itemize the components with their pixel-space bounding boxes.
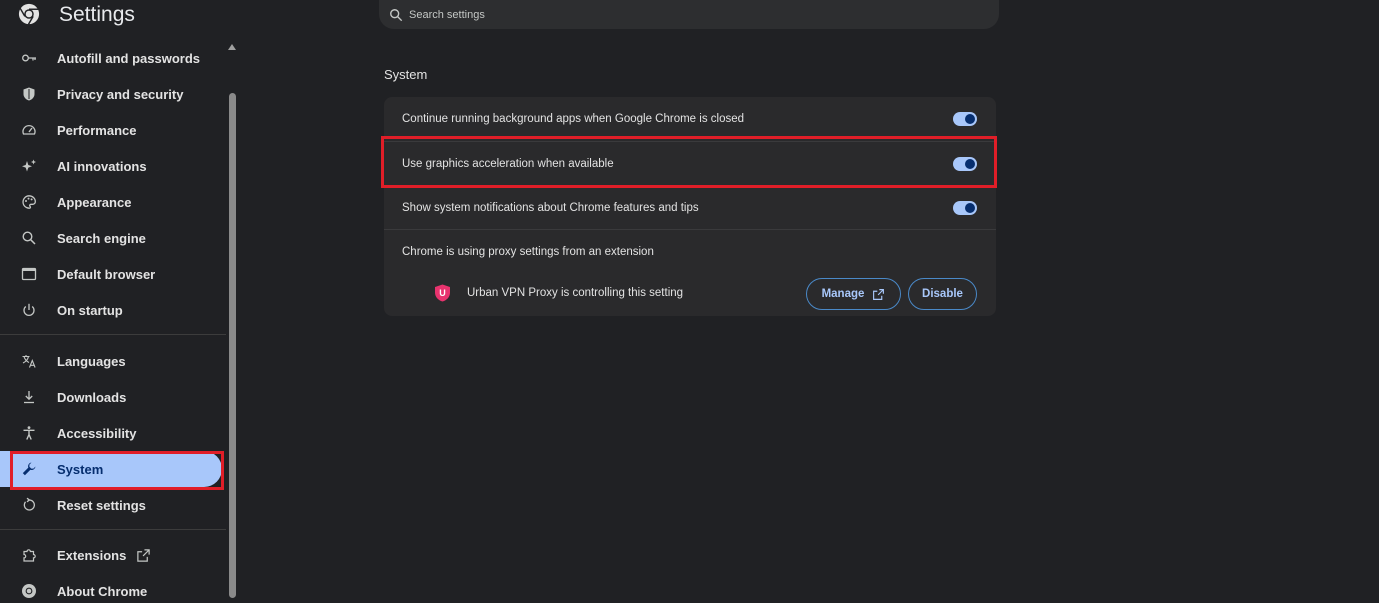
chrome-logo-icon [18, 3, 40, 25]
shield-badge-letter: U [439, 288, 446, 298]
sidebar-item-label: Extensions [57, 547, 127, 563]
setting-label: Chrome is using proxy settings from an e… [402, 245, 654, 258]
palette-icon [21, 194, 37, 210]
download-icon [21, 389, 37, 405]
sidebar-item-label: Appearance [57, 194, 132, 210]
search-icon [21, 230, 37, 246]
sidebar-item-label: Downloads [57, 389, 127, 405]
setting-label: Continue running background apps when Go… [402, 113, 745, 125]
key-icon [21, 50, 37, 66]
sidebar-item-default-browser[interactable]: Default browser [0, 256, 222, 292]
sidebar-item-extensions[interactable]: Extensions [0, 537, 222, 573]
sidebar-item-autofill[interactable]: Autofill and passwords [0, 40, 222, 76]
sidebar-item-privacy[interactable]: Privacy and security [0, 76, 222, 112]
sidebar-item-accessibility[interactable]: Accessibility [0, 415, 222, 451]
sidebar-item-performance[interactable]: Performance [0, 112, 222, 148]
external-link-icon [137, 548, 151, 562]
sidebar: Autofill and passwords Privacy and secur… [0, 40, 226, 603]
extension-control-row: U Urban VPN Proxy is controlling this se… [384, 273, 996, 313]
setting-row-system-notifications[interactable]: Show system notifications about Chrome f… [384, 185, 996, 229]
scrollbar-thumb[interactable] [229, 93, 236, 598]
background-apps-toggle[interactable] [953, 112, 977, 126]
sidebar-item-label: Reset settings [57, 497, 146, 513]
sidebar-divider [0, 529, 226, 530]
extension-control-label: Urban VPN Proxy is controlling this sett… [467, 287, 684, 299]
puzzle-icon [21, 547, 37, 563]
sidebar-item-appearance[interactable]: Appearance [0, 184, 222, 220]
reset-icon [21, 497, 37, 513]
sidebar-item-label: Search engine [57, 230, 146, 246]
urban-vpn-shield-icon: U [435, 284, 450, 302]
section-title: System [384, 67, 428, 82]
sidebar-item-label: On startup [57, 302, 123, 318]
sidebar-item-on-startup[interactable]: On startup [0, 292, 222, 328]
scroll-up-arrow-icon[interactable] [228, 44, 236, 50]
chrome-icon [21, 583, 37, 599]
speedometer-icon [21, 122, 37, 138]
sidebar-item-label: Default browser [57, 266, 156, 282]
wrench-icon [21, 461, 37, 477]
sidebar-item-languages[interactable]: Languages [0, 343, 222, 379]
sidebar-item-system[interactable]: System [0, 451, 222, 487]
sidebar-item-label: About Chrome [57, 583, 148, 599]
toggle-knob [965, 159, 975, 169]
search-input[interactable] [409, 8, 969, 21]
sidebar-divider [0, 334, 226, 335]
sidebar-item-label: Autofill and passwords [57, 50, 201, 66]
translate-icon [21, 353, 37, 369]
page-title: Settings [59, 3, 135, 26]
sidebar-item-ai[interactable]: AI innovations [0, 148, 222, 184]
search-bar[interactable] [379, 0, 999, 29]
manage-button-label: Manage [821, 288, 865, 300]
system-settings-card: Continue running background apps when Go… [384, 97, 996, 316]
external-link-icon [873, 288, 885, 300]
sidebar-item-label: Accessibility [57, 425, 137, 441]
search-icon [390, 8, 403, 21]
setting-row-graphics-acceleration[interactable]: Use graphics acceleration when available [384, 141, 996, 185]
sidebar-item-label: Privacy and security [57, 86, 184, 102]
setting-row-proxy: Chrome is using proxy settings from an e… [384, 229, 996, 273]
disable-button[interactable]: Disable [908, 278, 977, 310]
toggle-knob [965, 203, 975, 213]
toggle-knob [965, 114, 975, 124]
graphics-acceleration-toggle[interactable] [953, 157, 977, 171]
accessibility-icon [21, 425, 37, 441]
power-icon [21, 302, 37, 318]
sidebar-item-label: System [57, 461, 104, 477]
sidebar-item-about-chrome[interactable]: About Chrome [0, 573, 222, 603]
shield-icon [21, 86, 37, 102]
sidebar-item-downloads[interactable]: Downloads [0, 379, 222, 415]
system-notifications-toggle[interactable] [953, 201, 977, 215]
sidebar-item-label: Performance [57, 122, 137, 138]
manage-button[interactable]: Manage [806, 278, 901, 310]
disable-button-label: Disable [922, 288, 963, 300]
sparkle-icon [21, 158, 37, 174]
sidebar-item-label: Languages [57, 353, 126, 369]
setting-label: Use graphics acceleration when available [402, 157, 614, 170]
sidebar-item-reset-settings[interactable]: Reset settings [0, 487, 222, 523]
sidebar-item-label: AI innovations [57, 158, 147, 174]
browser-window-icon [21, 266, 37, 282]
setting-row-background-apps[interactable]: Continue running background apps when Go… [384, 97, 996, 141]
setting-label: Show system notifications about Chrome f… [402, 201, 699, 214]
sidebar-item-search-engine[interactable]: Search engine [0, 220, 222, 256]
